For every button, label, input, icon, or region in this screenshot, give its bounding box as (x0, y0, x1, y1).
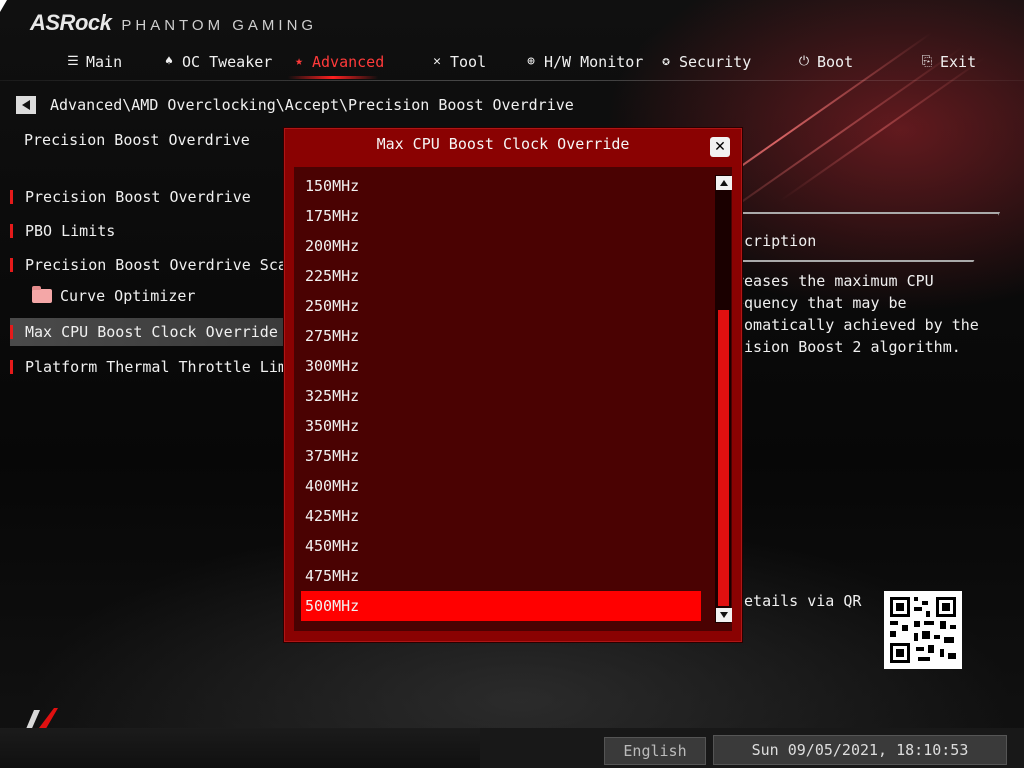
option-item[interactable]: 375MHz (301, 441, 701, 471)
scroll-up-button[interactable] (716, 176, 732, 190)
menu-item-label: Max CPU Boost Clock Override (25, 323, 278, 341)
tab-label: Tool (450, 53, 487, 71)
mouse-cursor (0, 0, 7, 12)
menu-item-label: Platform Thermal Throttle Limit (25, 358, 285, 376)
tab-label: Exit (940, 53, 977, 71)
scroll-down-button[interactable] (716, 608, 732, 622)
active-tab-indicator (288, 76, 378, 79)
menu-item-pbo-scalar[interactable]: Precision Boost Overdrive Scalar (10, 253, 285, 277)
tab-label: Boot (817, 53, 854, 71)
tab-label: Security (679, 53, 752, 71)
datetime-display: Sun 09/05/2021, 18:10:53 (713, 735, 1007, 765)
rocket-icon: ♠ (165, 54, 173, 69)
asrock-logo: ASRock PHANTOM GAMING (30, 10, 317, 38)
menu-item-platform-thermal-throttle-limit[interactable]: Platform Thermal Throttle Limit (10, 355, 285, 379)
option-item[interactable]: 175MHz (301, 201, 701, 231)
option-item[interactable]: 300MHz (301, 351, 701, 381)
description-line: cision Boost 2 algorithm. (735, 338, 961, 356)
item-marker (10, 224, 13, 238)
tools-icon: ✕ (433, 54, 441, 69)
option-item[interactable]: 425MHz (301, 501, 701, 531)
option-item[interactable]: 450MHz (301, 531, 701, 561)
menu-item-label: Precision Boost Overdrive Scalar (25, 256, 285, 274)
breadcrumb-path: Advanced\AMD Overclocking\Accept\Precisi… (50, 96, 574, 114)
item-marker (10, 190, 13, 204)
menu-item-label: Curve Optimizer (60, 287, 196, 305)
close-button[interactable]: ✕ (710, 137, 730, 157)
menu-item-label: Precision Boost Overdrive (25, 188, 251, 206)
menu-item-precision-boost-overdrive[interactable]: Precision Boost Overdrive (10, 185, 285, 209)
back-button[interactable] (16, 96, 36, 114)
option-item[interactable]: 350MHz (301, 411, 701, 441)
option-item[interactable]: 475MHz (301, 561, 701, 591)
option-item[interactable]: 275MHz (301, 321, 701, 351)
tab-oc-tweaker[interactable]: ♠ OC Tweaker (162, 50, 272, 74)
option-item[interactable]: 325MHz (301, 381, 701, 411)
close-icon: ✕ (714, 139, 726, 155)
exit-icon: ⎘ (921, 54, 933, 69)
tab-label: Main (86, 53, 123, 71)
tab-exit[interactable]: ⎘ Exit (920, 50, 976, 74)
tab-hw-monitor[interactable]: ⊕ H/W Monitor (524, 50, 643, 74)
logo-subtitle: PHANTOM GAMING (121, 17, 318, 34)
item-marker (10, 360, 13, 374)
menu-item-label: PBO Limits (25, 222, 116, 240)
description-line: reases the maximum CPU (735, 272, 934, 290)
list-icon: ☰ (67, 54, 79, 69)
power-icon: ⏻ (798, 54, 810, 69)
logo-brand: ASRock (30, 10, 112, 35)
description-line: tomatically achieved by the (735, 316, 979, 334)
menu-item-max-cpu-boost-clock-override[interactable]: Max CPU Boost Clock Override (10, 318, 285, 346)
tab-tool[interactable]: ✕ Tool (430, 50, 486, 74)
language-button[interactable]: English (604, 737, 706, 765)
option-item[interactable]: 400MHz (301, 471, 701, 501)
scrollbar-thumb[interactable] (718, 310, 729, 606)
qr-code-icon (884, 591, 962, 669)
tab-advanced[interactable]: ★ Advanced (292, 50, 384, 74)
tab-label: Advanced (312, 53, 385, 71)
nav-divider (0, 80, 1024, 81)
tab-boot[interactable]: ⏻ Boot (797, 50, 853, 74)
top-nav: ☰ Main ♠ OC Tweaker ★ Advanced ✕ Tool ⊕ … (0, 50, 1024, 74)
tab-label: H/W Monitor (544, 53, 644, 71)
tab-label: OC Tweaker (182, 53, 273, 71)
option-item[interactable]: 225MHz (301, 261, 701, 291)
option-item-selected[interactable]: 500MHz (301, 591, 701, 621)
item-marker (10, 325, 13, 339)
description-text: reases the maximum CPU equency that may … (735, 270, 985, 358)
max-cpu-boost-clock-dialog: Max CPU Boost Clock Override ✕ 150MHz 17… (284, 128, 742, 642)
shield-icon: ✪ (662, 54, 670, 69)
option-item[interactable]: 200MHz (301, 231, 701, 261)
description-title: scription (735, 232, 817, 250)
menu-item-pbo-limits[interactable]: PBO Limits (10, 219, 285, 243)
option-list[interactable]: 150MHz 175MHz 200MHz 225MHz 250MHz 275MH… (294, 167, 732, 631)
description-line: equency that may be (735, 294, 907, 312)
folder-icon (32, 286, 52, 303)
option-item[interactable]: 150MHz (301, 171, 701, 201)
option-item[interactable]: 250MHz (301, 291, 701, 321)
tab-main[interactable]: ☰ Main (66, 50, 122, 74)
tab-security[interactable]: ✪ Security (659, 50, 751, 74)
crosshair-icon: ⊕ (527, 54, 535, 69)
menu-item-curve-optimizer[interactable]: Curve Optimizer (10, 284, 285, 308)
page-title: Precision Boost Overdrive (24, 131, 250, 149)
breadcrumb: Advanced\AMD Overclocking\Accept\Precisi… (16, 95, 574, 115)
star-icon: ★ (295, 54, 303, 69)
qr-label: details via QR (735, 592, 862, 610)
item-marker (10, 258, 13, 272)
dialog-title: Max CPU Boost Clock Override (376, 135, 630, 153)
